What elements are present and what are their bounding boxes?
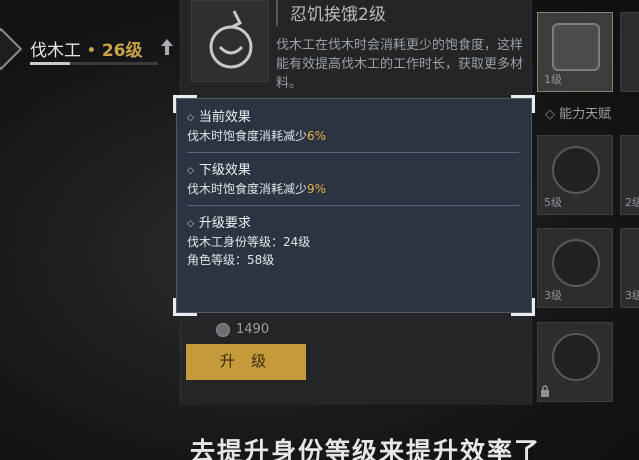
coin-icon [216, 322, 230, 337]
divider [187, 205, 519, 206]
upgrade-cost: 1490 [216, 322, 269, 337]
talent-card-peek[interactable]: 3级 [620, 228, 639, 308]
divider [187, 152, 519, 153]
popup-corner [173, 298, 197, 316]
current-effect-value: 6% [307, 129, 327, 143]
profession-progress-bar [30, 62, 158, 65]
saw-icon [552, 239, 600, 287]
next-effect-text: 伐木时饱食度消耗减少9% [187, 182, 327, 196]
requirement-profession-level: 伐木工身份等级：24级 [187, 235, 311, 249]
talent-card-peek[interactable]: 2级 [620, 135, 639, 215]
skill-effect-popup: 当前效果 伐木时饱食度消耗减少6% 下级效果 伐木时饱食度消耗减少9% 升级要求… [173, 95, 535, 316]
profession-title: 伐木工 • 26级 [30, 36, 143, 61]
requirement-character-level: 角色等级：58级 [187, 253, 275, 267]
talent-card-arm[interactable]: 5级 [537, 135, 613, 215]
arm-icon [552, 146, 600, 194]
talent-card-axe[interactable]: 1级 [537, 12, 613, 92]
axe-icon [552, 23, 600, 71]
talent-level: 1级 [544, 73, 562, 86]
next-effect-value: 9% [307, 182, 327, 196]
talent-section-header: 能力天赋 [545, 103, 611, 122]
fist-icon [552, 333, 600, 381]
profession-header: 伐木工 • 26级 [0, 27, 180, 71]
talent-level: 3级 [544, 289, 562, 302]
level-up-arrow-icon[interactable] [160, 38, 174, 56]
skill-description: 伐木工在伐木时会消耗更少的饱食度，这样能有效提高伐木工的工作时长，获取更多材料。 [276, 38, 524, 91]
profession-name: 伐木工 [30, 41, 81, 61]
skill-name: 忍饥挨饿2级 [276, 0, 516, 26]
lock-icon [541, 385, 549, 397]
current-effect-text: 伐木时饱食度消耗减少6% [187, 129, 327, 143]
cost-value: 1490 [236, 322, 270, 337]
requirements-title: 升级要求 [187, 215, 519, 233]
profession-emblem-icon [0, 27, 23, 71]
video-subtitle: 去提升身份等级来提升效率了 [190, 437, 542, 460]
next-effect-section: 下级效果 伐木时饱食度消耗减少9% [187, 162, 519, 198]
current-effect-section: 当前效果 伐木时饱食度消耗减少6% [187, 109, 519, 145]
requirements-section: 升级要求 伐木工身份等级：24级 角色等级：58级 [187, 215, 519, 269]
current-effect-title: 当前效果 [187, 109, 519, 127]
upgrade-button[interactable]: 升 级 [186, 344, 306, 380]
profession-level: 26级 [101, 41, 143, 61]
hungry-stomach-icon [209, 10, 253, 69]
profession-separator: • [86, 41, 97, 61]
next-effect-title: 下级效果 [187, 162, 519, 180]
talent-level: 5级 [544, 196, 562, 209]
talent-card-peek[interactable] [620, 12, 639, 92]
talent-card-saw[interactable]: 3级 [537, 228, 613, 308]
skill-icon [191, 0, 269, 82]
popup-corner [511, 298, 535, 316]
